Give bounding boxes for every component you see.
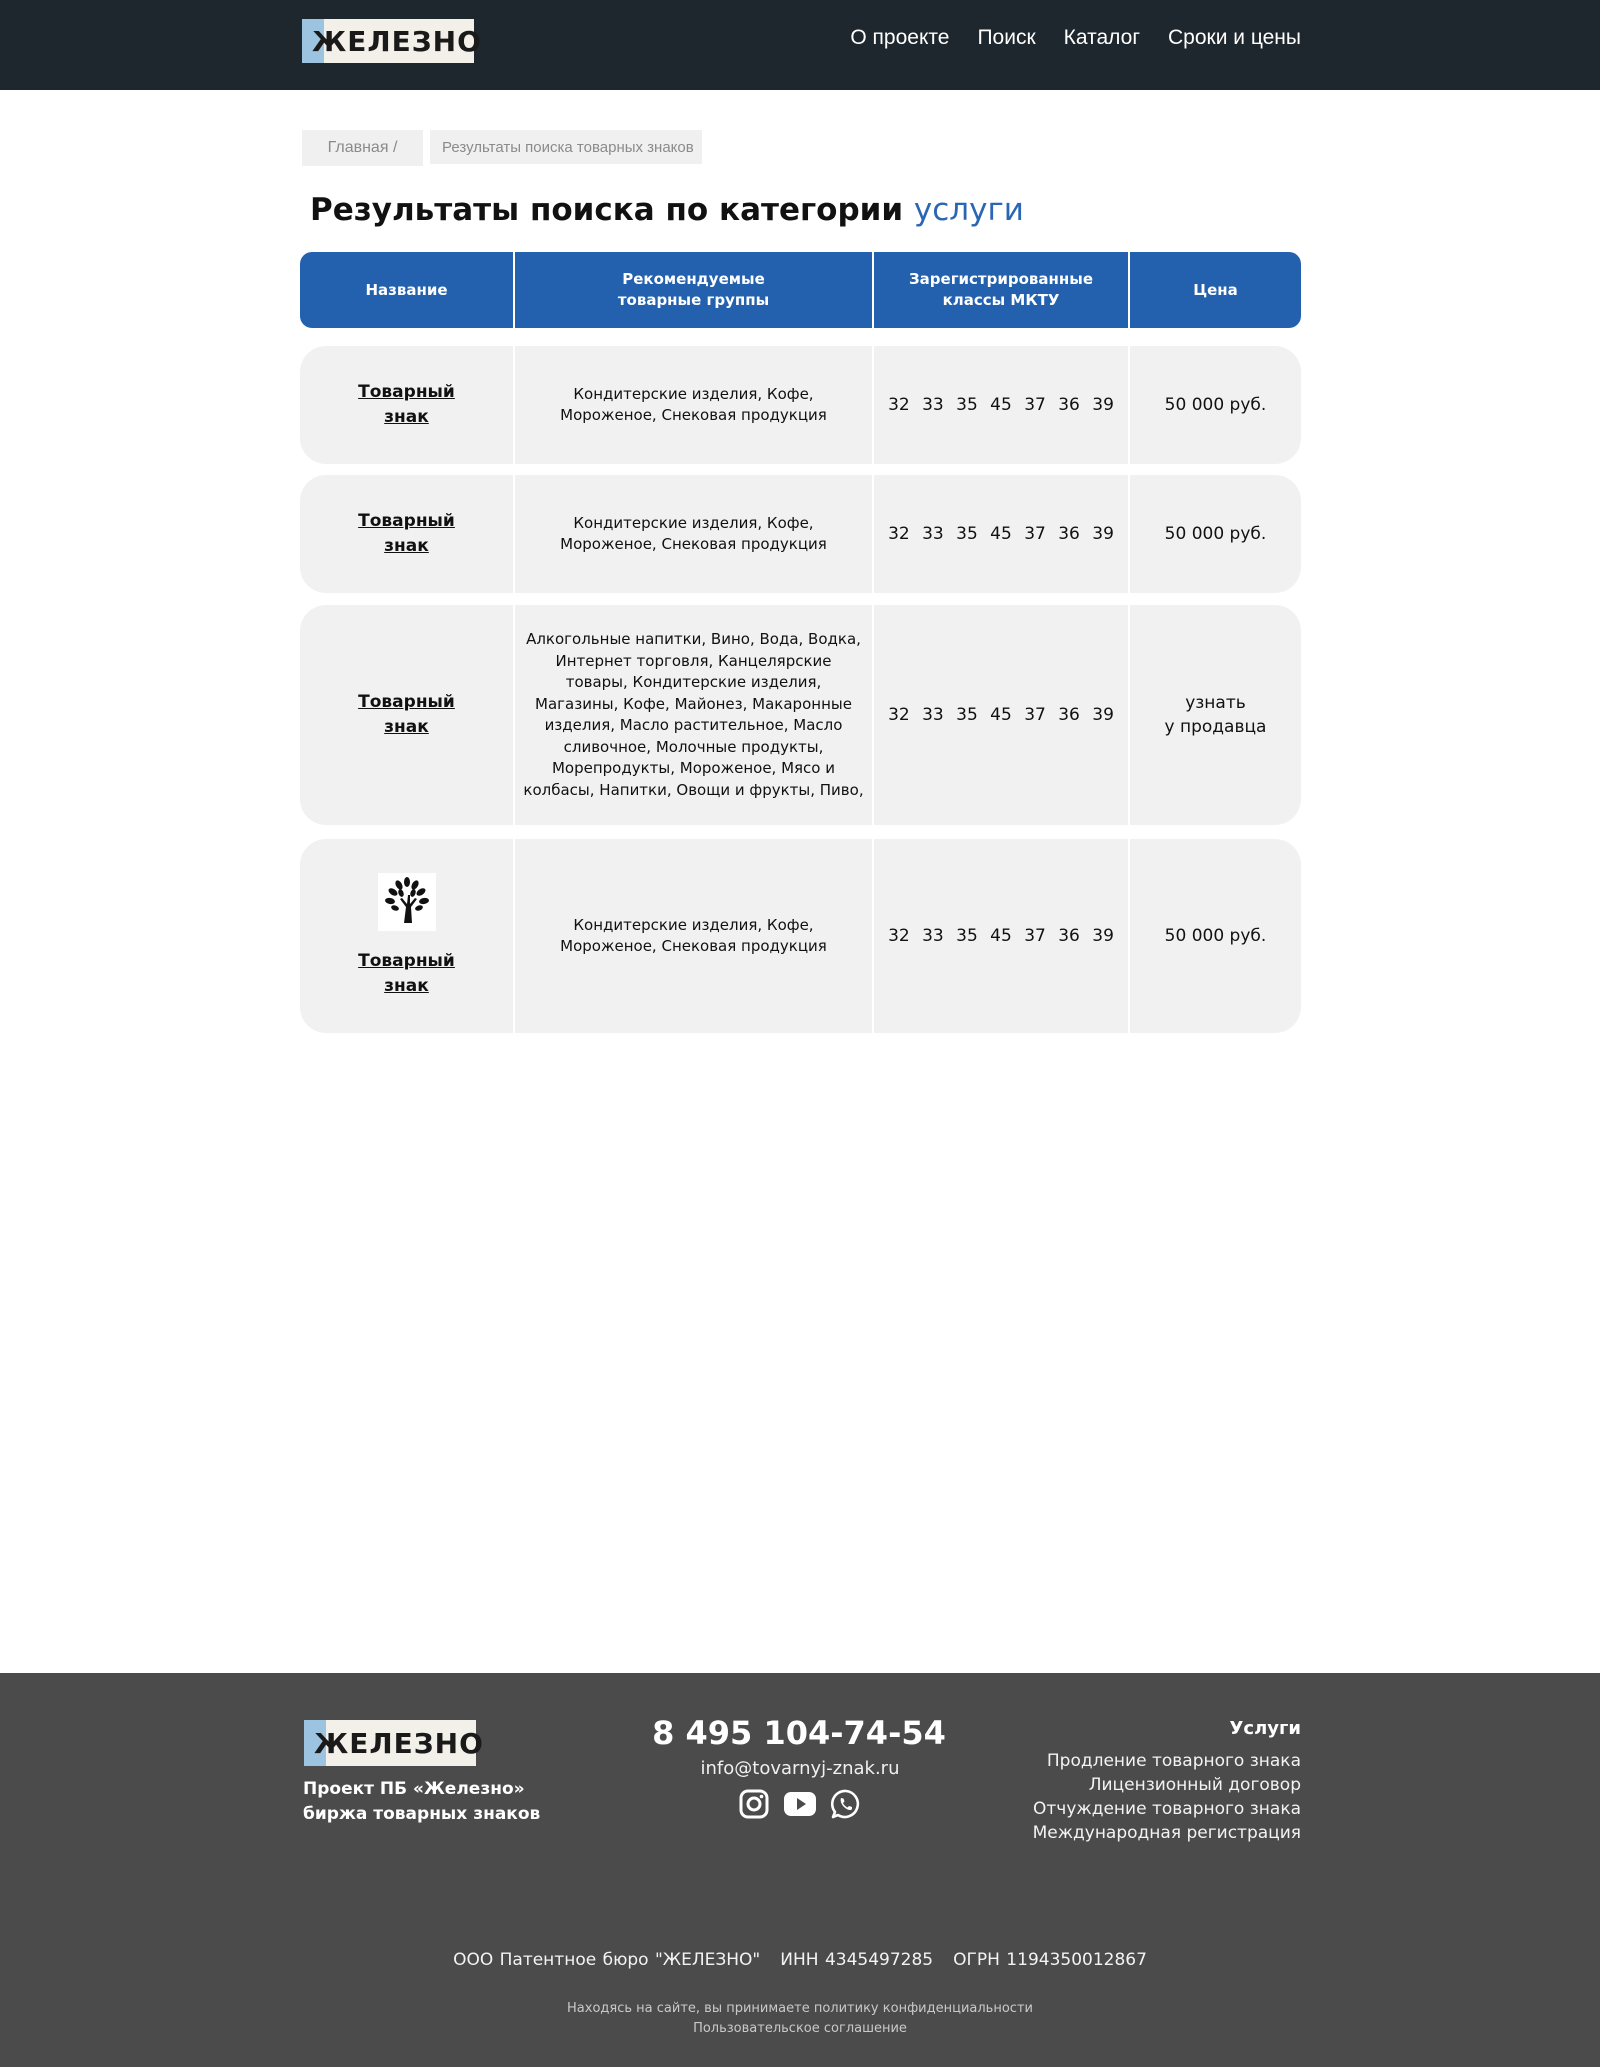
phone-number[interactable]: 8 495 104-74-54	[0, 1714, 1600, 1752]
site-logo[interactable]: ЖЕЛЕЗНО	[302, 19, 481, 63]
site-header: ЖЕЛЕЗНО О проекте Поиск Каталог Сроки и …	[0, 0, 1600, 90]
whatsapp-icon[interactable]	[829, 1787, 863, 1821]
instagram-icon[interactable]	[737, 1787, 771, 1821]
breadcrumb: Главная / Результаты поиска товарных зна…	[302, 130, 702, 166]
page-title: Результаты поиска по категории услуги	[310, 192, 1024, 228]
table-row: Товарный знак Кондитерские изделия, Кофе…	[300, 475, 1301, 593]
services-list: Услуги Продление товарного знака Лицензи…	[1033, 1718, 1301, 1845]
trademark-link[interactable]: Товарный знак	[347, 949, 467, 999]
nav-terms-prices[interactable]: Сроки и цены	[1168, 26, 1301, 50]
trademark-groups: Кондитерские изделия, Кофе, Мороженое, С…	[560, 513, 827, 554]
trademark-classes: 32 33 35 45 37 36 39	[888, 395, 1114, 415]
trademark-groups: Алкогольные напитки, Вино, Вода, Водка, …	[523, 630, 864, 799]
trademark-classes: 32 33 35 45 37 36 39	[888, 926, 1114, 946]
privacy-policy-link[interactable]: Находясь на сайте, вы принимаете политик…	[0, 1999, 1600, 2019]
trademark-price: 50 000 руб.	[1164, 926, 1267, 946]
user-agreement-link[interactable]: Пользовательское соглашение	[0, 2019, 1600, 2039]
trademark-link[interactable]: Товарный знак	[347, 380, 467, 430]
trademark-groups: Кондитерские изделия, Кофе, Мороженое, С…	[560, 384, 827, 425]
services-title: Услуги	[1229, 1718, 1301, 1739]
trademark-classes: 32 33 35 45 37 36 39	[888, 524, 1114, 544]
project-description: Проект ПБ «Железно» биржа товарных знако…	[303, 1777, 540, 1827]
breadcrumb-current: Результаты поиска товарных знаков	[430, 130, 702, 164]
page-title-category: услуги	[913, 192, 1024, 228]
project-line-2: биржа товарных знаков	[303, 1804, 541, 1824]
nav-catalog[interactable]: Каталог	[1064, 26, 1140, 50]
project-line-1: Проект ПБ «Железно»	[303, 1779, 525, 1799]
column-header-price: Цена	[1128, 252, 1301, 328]
service-link-international[interactable]: Международная регистрация	[1033, 1821, 1301, 1845]
column-header-classes: Зарегистрированные классы МКТУ	[872, 252, 1128, 328]
nav-search[interactable]: Поиск	[977, 26, 1035, 50]
table-row: Товарный знак Алкогольные напитки, Вино,…	[300, 605, 1301, 825]
service-link-license[interactable]: Лицензионный договор	[1033, 1773, 1301, 1797]
tree-logo-icon	[377, 873, 436, 931]
results-table-header: Название Рекомендуемые товарные группы З…	[300, 252, 1301, 328]
column-header-name: Название	[365, 280, 448, 299]
trademark-price: узнать у продавца	[1164, 693, 1267, 737]
logo-text: ЖЕЛЕЗНО	[312, 24, 482, 58]
trademark-price: 50 000 руб.	[1164, 395, 1267, 415]
trademark-price: 50 000 руб.	[1164, 524, 1267, 544]
service-link-alienation[interactable]: Отчуждение товарного знака	[1033, 1797, 1301, 1821]
breadcrumb-home[interactable]: Главная /	[302, 130, 423, 166]
youtube-icon[interactable]	[783, 1787, 817, 1821]
email-link[interactable]: info@tovarnyj-znak.ru	[0, 1758, 1600, 1779]
company-inn: ИНН 4345497285	[780, 1950, 934, 1970]
table-row: Товарный знак Кондитерские изделия, Кофе…	[300, 346, 1301, 464]
page-title-prefix: Результаты поиска по категории	[310, 192, 904, 228]
site-footer: ЖЕЛЕЗНО Проект ПБ «Железно» биржа товарн…	[0, 1673, 1600, 2067]
fine-print: Находясь на сайте, вы принимаете политик…	[0, 1999, 1600, 2039]
main-nav: О проекте Поиск Каталог Сроки и цены	[850, 26, 1301, 50]
trademark-groups: Кондитерские изделия, Кофе, Мороженое, С…	[560, 915, 827, 956]
nav-about[interactable]: О проекте	[850, 26, 949, 50]
company-name: ООО Патентное бюро "ЖЕЛЕЗНО"	[453, 1950, 761, 1970]
trademark-link[interactable]: Товарный знак	[347, 690, 467, 740]
trademark-link[interactable]: Товарный знак	[347, 509, 467, 559]
legal-info: ООО Патентное бюро "ЖЕЛЕЗНО" ИНН 43454972…	[0, 1950, 1600, 1970]
company-ogrn: ОГРН 1194350012867	[953, 1950, 1147, 1970]
trademark-classes: 32 33 35 45 37 36 39	[888, 705, 1114, 725]
service-link-renewal[interactable]: Продление товарного знака	[1033, 1749, 1301, 1773]
table-row: Товарный знак Кондитерские изделия, Кофе…	[300, 839, 1301, 1033]
column-header-groups: Рекомендуемые товарные группы	[513, 252, 872, 328]
social-links	[737, 1787, 863, 1821]
